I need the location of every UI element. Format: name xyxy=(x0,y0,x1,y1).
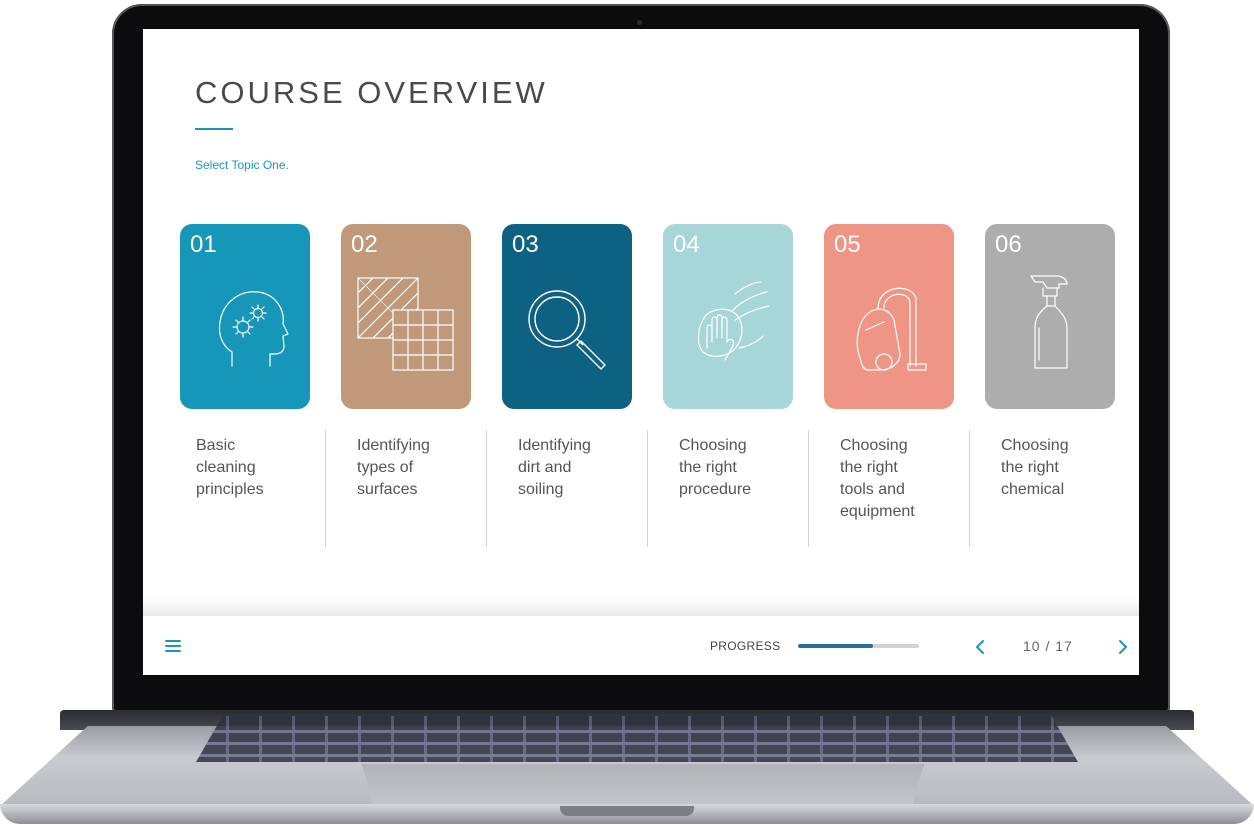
instruction-text: Select Topic One. xyxy=(195,158,289,172)
topic-card-04[interactable]: 04 xyxy=(663,224,793,409)
wiping-hand-icon xyxy=(697,281,770,361)
topic-divider xyxy=(486,430,487,547)
magnifier-icon xyxy=(528,290,606,370)
laptop-trackpad xyxy=(362,764,924,805)
topic-divider xyxy=(647,430,648,547)
topic-label-02: Identifying types of surfaces xyxy=(357,437,430,498)
progress-bar xyxy=(798,644,919,648)
footer-separator xyxy=(143,598,1139,616)
topic-card-05[interactable]: 05 xyxy=(824,224,954,409)
spray-bottle-icon xyxy=(1030,275,1068,369)
topic-label-05: Choosing the right tools and equipment xyxy=(840,437,915,520)
topic-divider xyxy=(808,430,809,547)
topic-label-04: Choosing the right procedure xyxy=(679,437,752,498)
laptop-keyboard xyxy=(196,716,1078,762)
topic-card-06[interactable]: 06 xyxy=(985,224,1115,409)
webcam xyxy=(637,20,642,25)
tiles-icon xyxy=(357,277,454,371)
progress-fill xyxy=(798,644,874,648)
hamburger-menu-icon[interactable] xyxy=(165,639,181,653)
title-underline xyxy=(195,128,233,130)
topic-card-03[interactable]: 03 xyxy=(502,224,632,409)
page-title: COURSE OVERVIEW xyxy=(195,75,548,110)
topic-card-02[interactable]: 02 xyxy=(341,224,471,409)
head-gears-icon xyxy=(218,291,289,367)
topic-divider xyxy=(969,430,970,547)
progress-label: PROGRESS xyxy=(710,639,781,653)
topic-card-01[interactable]: 01 xyxy=(180,224,310,409)
topic-label-01: Basic cleaning principles xyxy=(196,437,264,498)
topic-divider xyxy=(325,430,326,547)
topic-label-03: Identifying dirt and soiling xyxy=(518,437,591,498)
chevron-right-icon[interactable] xyxy=(1117,639,1129,655)
page-counter: 10 / 17 xyxy=(1023,638,1073,654)
topic-label-06: Choosing the right chemical xyxy=(1001,437,1069,498)
course-screen: COURSE OVERVIEW Select Topic One. 01 Bas… xyxy=(143,29,1139,675)
vacuum-cleaner-icon xyxy=(856,287,927,371)
chevron-left-icon[interactable] xyxy=(974,639,986,655)
laptop-notch xyxy=(560,806,694,816)
